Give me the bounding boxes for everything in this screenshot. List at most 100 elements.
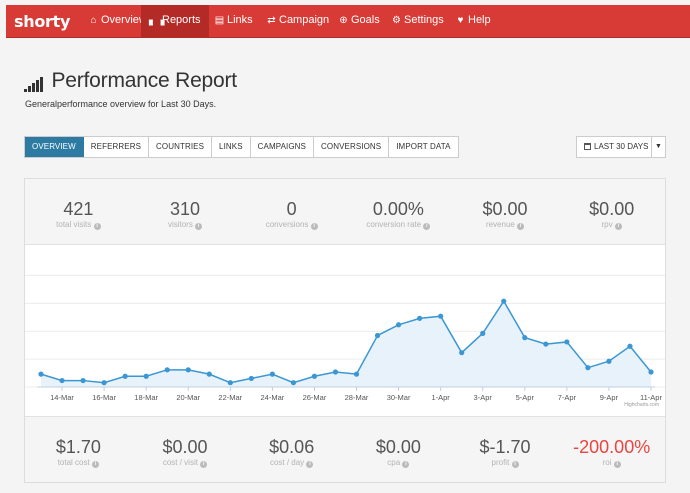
date-range-dropdown[interactable]: LAST 30 DAYS ▼	[576, 136, 666, 158]
data-point	[80, 377, 86, 384]
stat-cost-per-visit: $0.00 cost / visit i	[132, 417, 239, 482]
stat-value: -200.00%	[573, 437, 651, 457]
data-point	[438, 313, 444, 319]
data-point	[627, 343, 633, 349]
list-icon: ▤	[214, 15, 225, 26]
x-tick-label: 22-Mar	[218, 393, 242, 402]
report-panel: 421 total visits i 310 visitors i 0 convers…	[24, 178, 666, 483]
data-point	[143, 373, 149, 379]
data-point	[374, 332, 381, 339]
nav-settings-label: Settings	[404, 14, 444, 26]
data-point	[459, 350, 465, 356]
stat-value: $-1.70	[479, 437, 531, 457]
stat-value: 0.00%	[372, 199, 424, 219]
info-icon[interactable]: i	[195, 223, 203, 230]
data-point	[311, 373, 318, 379]
page-header: Performance Report	[24, 69, 237, 93]
data-point	[290, 380, 297, 386]
stat-cost-per-day: $0.06 cost / day i	[238, 417, 345, 482]
tab-links[interactable]: LINKS	[212, 137, 251, 157]
x-tick-label: 3-Apr	[474, 393, 493, 402]
x-tick-label: 24-Mar	[260, 393, 284, 402]
nav-reports[interactable]: ▖▗Reports	[141, 5, 209, 38]
data-point	[59, 377, 65, 384]
tab-countries[interactable]: COUNTRIES	[149, 137, 213, 157]
tab-campaigns[interactable]: CAMPAIGNS	[251, 137, 314, 157]
x-tick-label: 30-Mar	[387, 393, 411, 402]
stat-label: profit	[491, 458, 510, 467]
stat-label: revenue	[485, 220, 515, 229]
nav-campaign[interactable]: ⇄ Campaign	[258, 5, 337, 38]
stat-visitors: 310 visitors i	[132, 179, 239, 244]
data-point	[101, 380, 107, 386]
x-tick-label: 5-Apr	[516, 393, 535, 402]
stat-profit: $-1.70 profit i	[452, 417, 559, 482]
stat-label: roi	[602, 458, 612, 467]
stat-value: $1.70	[55, 437, 101, 457]
calendar-icon	[584, 143, 591, 150]
info-icon[interactable]: i	[93, 223, 101, 230]
stats-top-row: 421 total visits i 310 visitors i 0 convers…	[25, 179, 665, 245]
nav-help[interactable]: ♥ Help	[447, 5, 499, 38]
info-icon[interactable]: i	[310, 223, 318, 230]
x-tick-label: 16-Mar	[92, 393, 116, 402]
stat-label: cpa	[387, 458, 401, 467]
report-tabs: OVERVIEW REFERRERS COUNTRIES LINKS CAMPA…	[24, 136, 459, 158]
stat-value: $0.06	[269, 437, 315, 457]
stat-roi: -200.00% roi i	[558, 417, 665, 482]
stat-value: 310	[169, 199, 201, 219]
nav-campaign-label: Campaign	[279, 14, 330, 26]
tab-referrers[interactable]: REFERRERS	[84, 137, 150, 157]
data-point	[395, 322, 402, 328]
shuffle-icon: ⇄	[267, 15, 276, 26]
stat-value: $0.00	[162, 437, 208, 457]
nav-reports-label: Reports	[162, 14, 201, 26]
crosshair-icon: ⊕	[339, 15, 348, 26]
stat-label: visitors	[167, 220, 193, 229]
data-point	[543, 341, 549, 347]
x-tick-label: 11-Apr	[640, 393, 662, 402]
info-icon[interactable]: i	[306, 461, 314, 468]
data-point	[206, 371, 212, 377]
info-icon[interactable]: i	[423, 223, 431, 230]
nav-links[interactable]: ▤ Links	[206, 5, 261, 38]
info-icon[interactable]: i	[613, 461, 621, 468]
data-point	[564, 339, 570, 345]
stat-value: $0.00	[589, 199, 635, 219]
chart-credit[interactable]: Highcharts.com	[624, 402, 659, 408]
data-point	[353, 371, 360, 377]
stats-bottom-row: $1.70 total cost i $0.00 cost / visit i $0…	[25, 416, 665, 482]
tab-conversions[interactable]: CONVERSIONS	[314, 137, 390, 157]
data-point	[248, 375, 254, 382]
stat-label: rpv	[601, 220, 613, 229]
stat-conversions: 0 conversions i	[238, 179, 345, 244]
heart-icon: ♥	[457, 15, 464, 26]
tab-import-data[interactable]: IMPORT DATA	[389, 137, 457, 157]
info-icon[interactable]: i	[517, 223, 525, 230]
stat-total-cost: $1.70 total cost i	[25, 417, 132, 482]
brand-logo[interactable]: shorty	[14, 12, 70, 31]
stat-value: $0.00	[482, 199, 528, 219]
info-icon[interactable]: i	[200, 461, 208, 468]
stat-label: cost / visit	[162, 458, 198, 467]
info-icon[interactable]: i	[511, 461, 519, 468]
stat-cpa: $0.00 cpa i	[345, 417, 452, 482]
data-point	[501, 298, 507, 304]
nav-goals[interactable]: ⊕ Goals	[330, 5, 388, 38]
nav-links-label: Links	[227, 14, 253, 26]
stat-conversion-rate: 0.00% conversion rate i	[345, 179, 452, 244]
info-icon[interactable]: i	[91, 461, 99, 468]
nav-settings[interactable]: ⚙ Settings	[383, 5, 452, 38]
page-title: Performance Report	[51, 69, 237, 92]
data-point	[164, 367, 170, 373]
data-point	[648, 369, 654, 375]
chevron-down-icon: ▼	[651, 137, 665, 157]
data-point	[480, 330, 486, 336]
info-icon[interactable]: i	[402, 461, 410, 468]
tab-overview[interactable]: OVERVIEW	[25, 137, 84, 157]
stat-label: total visits	[56, 220, 92, 229]
stat-label: cost / day	[269, 458, 305, 467]
x-tick-label: 26-Mar	[303, 393, 327, 402]
stat-revenue: $0.00 revenue i	[452, 179, 559, 244]
info-icon[interactable]: i	[614, 223, 622, 230]
